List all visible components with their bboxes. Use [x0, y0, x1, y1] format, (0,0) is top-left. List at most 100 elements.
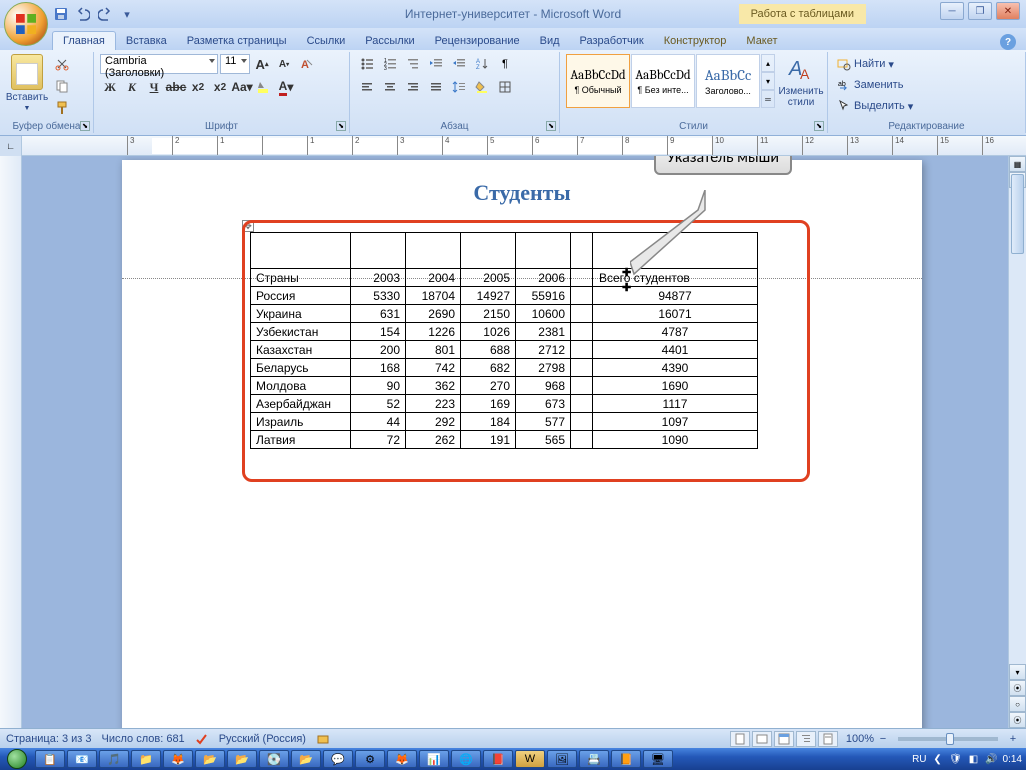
task-item[interactable]: 📋 — [35, 750, 65, 768]
task-item[interactable]: 📁 — [131, 750, 161, 768]
outline-view-icon[interactable] — [796, 731, 816, 747]
font-dialog-launcher[interactable]: ⬊ — [336, 121, 346, 131]
status-page[interactable]: Страница: 3 из 3 — [6, 733, 92, 745]
bullets-icon[interactable] — [356, 54, 378, 74]
table-header[interactable]: 2006 — [516, 269, 571, 287]
grow-font-icon[interactable]: A▴ — [252, 54, 272, 74]
scroll-thumb[interactable] — [1011, 174, 1024, 254]
undo-icon[interactable] — [74, 5, 92, 23]
table-row[interactable]: Беларусь16874268227984390 — [251, 359, 758, 377]
table-row[interactable]: Израиль442921845771097 — [251, 413, 758, 431]
task-item[interactable]: 🦊 — [387, 750, 417, 768]
task-item[interactable]: 📧 — [67, 750, 97, 768]
tab-review[interactable]: Рецензирование — [425, 32, 530, 50]
table-row[interactable]: Азербайджан522231696731117 — [251, 395, 758, 413]
multilevel-icon[interactable] — [402, 54, 424, 74]
vertical-ruler[interactable] — [0, 156, 22, 728]
prev-page-icon[interactable]: ⦿ — [1009, 680, 1026, 696]
start-button[interactable] — [0, 748, 34, 770]
style-no-spacing[interactable]: AaBbCcDd¶ Без инте... — [631, 54, 695, 108]
tray-clock[interactable]: 0:14 — [1003, 754, 1022, 765]
zoom-level[interactable]: 100% — [846, 733, 874, 745]
status-macro[interactable] — [316, 732, 330, 746]
styles-dialog-launcher[interactable]: ⬊ — [814, 121, 824, 131]
task-item[interactable]: 📕 — [483, 750, 513, 768]
zoom-out-icon[interactable]: − — [876, 733, 890, 745]
restore-button[interactable]: ❐ — [968, 2, 992, 20]
align-center-icon[interactable] — [379, 77, 401, 97]
full-screen-view-icon[interactable] — [752, 731, 772, 747]
table-header[interactable]: 2004 — [406, 269, 461, 287]
minimize-button[interactable]: ─ — [940, 2, 964, 20]
task-item[interactable]: 📊 — [419, 750, 449, 768]
task-item[interactable]: 📂 — [195, 750, 225, 768]
line-spacing-icon[interactable] — [448, 77, 470, 97]
document-viewport[interactable]: Студенты ✥ Страны2003200420052006Всего с… — [22, 156, 1008, 728]
underline-icon[interactable]: Ч — [144, 77, 164, 97]
table-row[interactable]: Россия533018704149275591694877 — [251, 287, 758, 305]
font-color-icon[interactable]: A▾ — [276, 77, 296, 97]
save-icon[interactable] — [52, 5, 70, 23]
web-layout-view-icon[interactable] — [774, 731, 794, 747]
office-button[interactable] — [4, 2, 48, 46]
redo-icon[interactable] — [96, 5, 114, 23]
task-item[interactable]: 🖥 — [643, 750, 673, 768]
task-item[interactable]: 📂 — [227, 750, 257, 768]
task-item-word[interactable]: W — [515, 750, 545, 768]
browse-object-icon[interactable]: ○ — [1009, 696, 1026, 712]
sort-icon[interactable]: AZ — [471, 54, 493, 74]
style-normal[interactable]: AaBbCcDd¶ Обычный — [566, 54, 630, 108]
paste-button[interactable]: Вставить ▼ — [6, 54, 48, 112]
styles-down-icon[interactable]: ▾ — [761, 72, 775, 90]
paragraph-dialog-launcher[interactable]: ⬊ — [546, 121, 556, 131]
table-header[interactable] — [571, 269, 593, 287]
status-proofing[interactable] — [195, 732, 209, 746]
tab-layout[interactable]: Макет — [736, 32, 787, 50]
font-name-combo[interactable]: Cambria (Заголовки) — [100, 54, 218, 74]
cut-icon[interactable] — [52, 54, 72, 74]
clear-format-icon[interactable]: A — [296, 54, 316, 74]
table-row[interactable]: Узбекистан1541226102623814787 — [251, 323, 758, 341]
superscript-icon[interactable]: x2 — [210, 77, 230, 97]
table-row[interactable]: Молдова903622709681690 — [251, 377, 758, 395]
copy-icon[interactable] — [52, 76, 72, 96]
dec-indent-icon[interactable] — [425, 54, 447, 74]
bold-icon[interactable]: Ж — [100, 77, 120, 97]
tray-volume-icon[interactable]: 🔊 — [985, 752, 999, 766]
change-case-icon[interactable]: Aa▾ — [232, 77, 252, 97]
task-item[interactable]: 📂 — [291, 750, 321, 768]
strike-icon[interactable]: abc — [166, 77, 186, 97]
scroll-down-icon[interactable]: ▾ — [1009, 664, 1026, 680]
status-language[interactable]: Русский (Россия) — [219, 733, 306, 745]
shading-icon[interactable] — [471, 77, 493, 97]
task-item[interactable]: 📙 — [611, 750, 641, 768]
task-item[interactable]: 💽 — [259, 750, 289, 768]
ruler-toggle-icon[interactable]: ▦ — [1009, 156, 1026, 172]
task-item[interactable]: 🖼 — [547, 750, 577, 768]
tab-developer[interactable]: Разработчик — [570, 32, 654, 50]
task-item[interactable]: 🌐 — [451, 750, 481, 768]
align-right-icon[interactable] — [402, 77, 424, 97]
status-words[interactable]: Число слов: 681 — [102, 733, 185, 745]
tab-references[interactable]: Ссылки — [297, 32, 356, 50]
table-header[interactable]: 2005 — [461, 269, 516, 287]
replace-button[interactable]: abЗаменить — [834, 75, 1019, 95]
tab-selector[interactable]: ∟ — [0, 136, 22, 156]
next-page-icon[interactable]: ⦿ — [1009, 712, 1026, 728]
tray-app-icon[interactable]: ◧ — [967, 752, 981, 766]
horizontal-ruler[interactable]: 3211234567891011121314151617 — [22, 136, 1026, 155]
shrink-font-icon[interactable]: A▾ — [274, 54, 294, 74]
tab-home[interactable]: Главная — [52, 31, 116, 50]
help-icon[interactable]: ? — [1000, 34, 1016, 50]
tray-lang[interactable]: RU — [912, 754, 926, 765]
table-row[interactable]: Украина631269021501060016071 — [251, 305, 758, 323]
tab-view[interactable]: Вид — [530, 32, 570, 50]
task-item[interactable]: 📇 — [579, 750, 609, 768]
styles-more-icon[interactable]: ═ — [761, 90, 775, 108]
table-row[interactable]: Казахстан20080168827124401 — [251, 341, 758, 359]
table-header[interactable]: 2003 — [351, 269, 406, 287]
task-item[interactable]: ⚙ — [355, 750, 385, 768]
draft-view-icon[interactable] — [818, 731, 838, 747]
task-item[interactable]: 🎵 — [99, 750, 129, 768]
inc-indent-icon[interactable] — [448, 54, 470, 74]
